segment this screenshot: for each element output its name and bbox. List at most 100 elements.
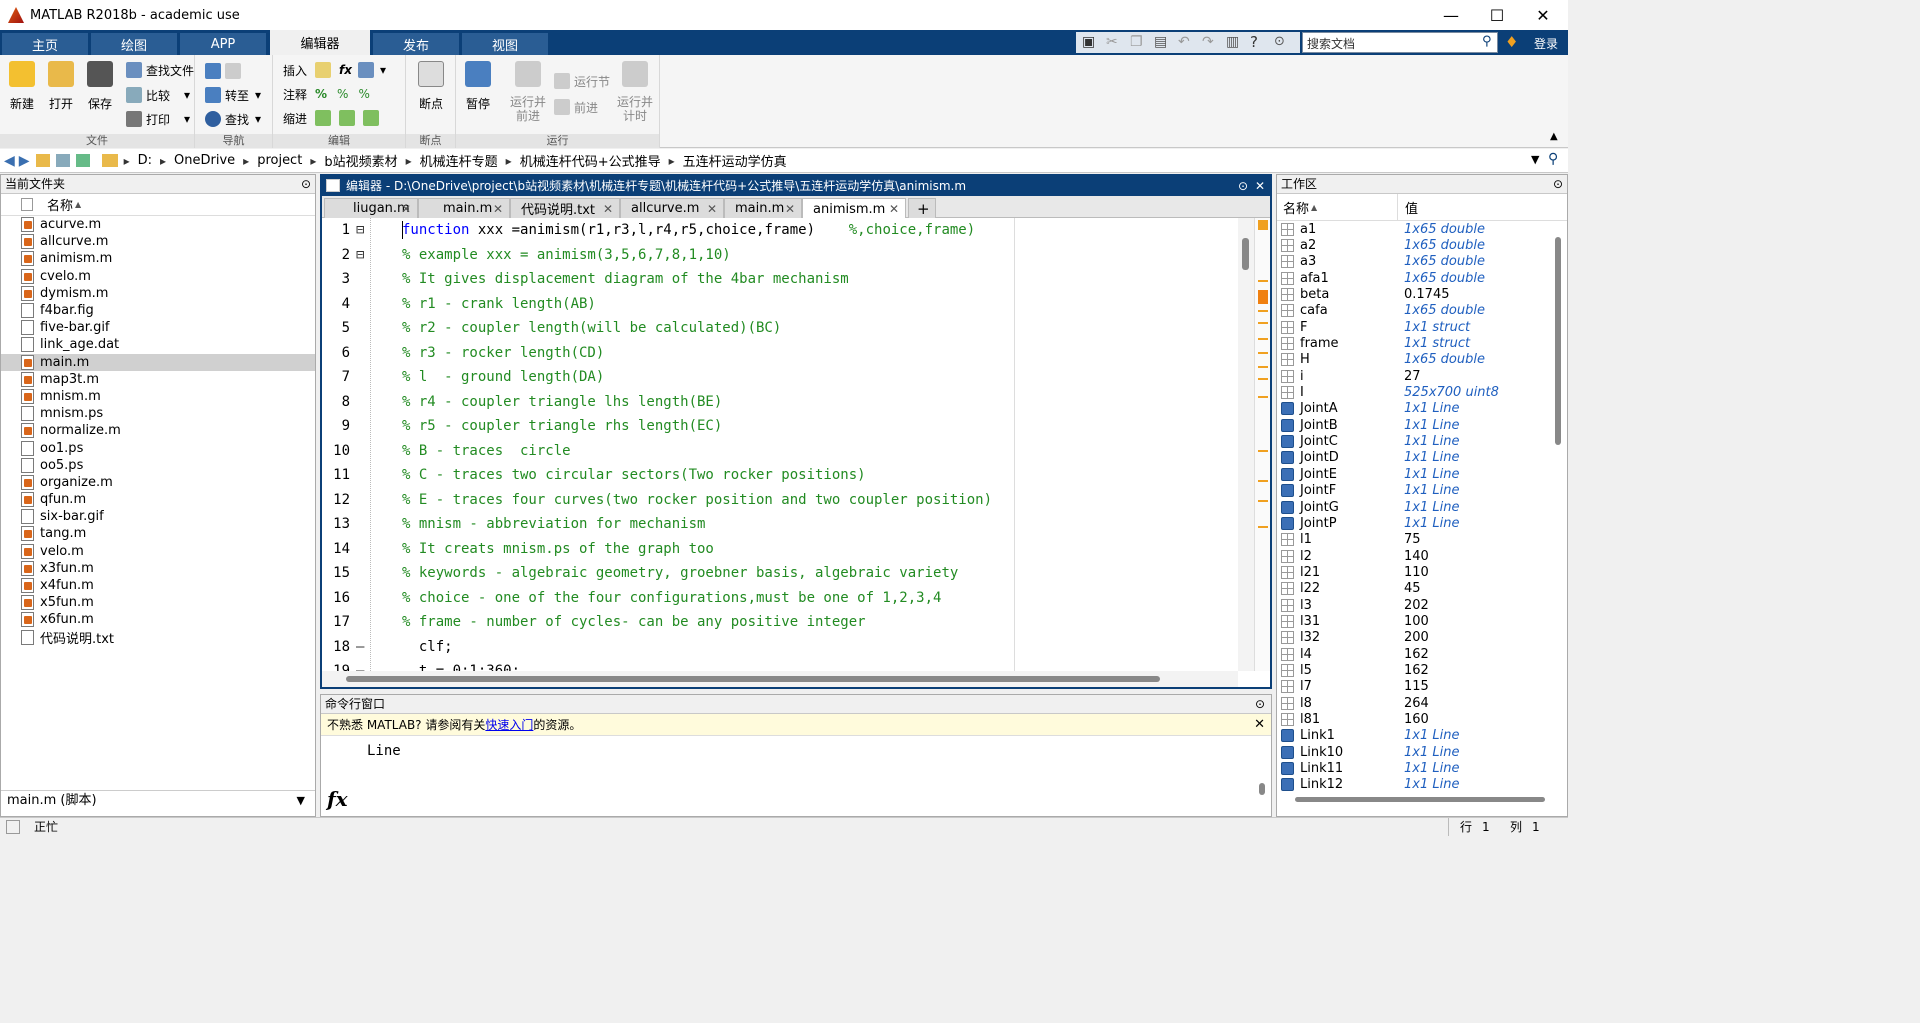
code-line[interactable]: 16 % choice - one of the four configurati…	[322, 586, 1238, 611]
address-dropdown-icon[interactable]: ▼	[1531, 153, 1539, 166]
workspace-variable-row[interactable]: i 27	[1277, 368, 1567, 384]
file-item[interactable]: f4bar.fig	[1, 302, 315, 319]
workspace-variable-row[interactable]: l5 162	[1277, 662, 1567, 678]
find-button[interactable]: 查找 ▾	[205, 109, 261, 129]
details-toggle-icon[interactable]: ▼	[297, 791, 305, 811]
file-item[interactable]: five-bar.gif	[1, 319, 315, 336]
wrap-comment-icon[interactable]: %	[358, 87, 369, 101]
workspace-variable-row[interactable]: l7 115	[1277, 679, 1567, 695]
undo-icon[interactable]: ↶	[1178, 34, 1190, 50]
workspace-variable-row[interactable]: l31 100	[1277, 613, 1567, 629]
workspace-variable-row[interactable]: I 525x700 uint8	[1277, 384, 1567, 400]
close-tab-icon[interactable]: ✕	[493, 202, 503, 216]
increase-indent-icon[interactable]	[339, 110, 356, 126]
tab-publish[interactable]: 发布	[373, 33, 459, 55]
file-item[interactable]: tang.m	[1, 525, 315, 542]
file-item[interactable]: oo1.ps	[1, 439, 315, 456]
comment-button[interactable]: 注释%%%	[283, 84, 370, 104]
workspace-variable-row[interactable]: a3 1x65 double	[1277, 254, 1567, 270]
workspace-variable-row[interactable]: a1 1x65 double	[1277, 221, 1567, 237]
maximize-button[interactable]: ☐	[1474, 0, 1520, 30]
code-line[interactable]: 18 — clf;	[322, 635, 1238, 660]
collapse-ribbon-icon[interactable]: ▲	[1550, 131, 1558, 142]
close-tab-icon[interactable]: ✕	[889, 202, 899, 216]
code-line[interactable]: 7 % l - ground length(DA)	[322, 365, 1238, 390]
file-item[interactable]: animism.m	[1, 250, 315, 267]
cut-icon[interactable]: ✂	[1106, 34, 1118, 50]
code-line[interactable]: 17 % frame - number of cycles- can be any…	[322, 610, 1238, 635]
file-item[interactable]: acurve.m	[1, 216, 315, 233]
search-icon[interactable]: ⚲	[1482, 34, 1492, 49]
workspace-variable-row[interactable]: Link11 1x1 Line	[1277, 760, 1567, 776]
file-item[interactable]: main.m	[1, 353, 315, 371]
comment-percent-icon[interactable]: %	[315, 87, 327, 101]
notification-bell-icon[interactable]: ♦	[1505, 33, 1518, 51]
tab-plots[interactable]: 绘图	[91, 33, 177, 55]
find-files-button[interactable]: 查找文件	[126, 60, 194, 80]
close-tab-icon[interactable]: ✕	[785, 202, 795, 216]
insert-button[interactable]: 插入 fx ▾	[283, 60, 386, 80]
file-item[interactable]: velo.m	[1, 543, 315, 560]
editor-menu-icon[interactable]: ⊙	[1238, 176, 1248, 196]
command-input[interactable]	[361, 787, 1241, 811]
workspace-variable-row[interactable]: JointB 1x1 Line	[1277, 417, 1567, 433]
decrease-indent-icon[interactable]	[363, 110, 380, 126]
save-button[interactable]: 保存	[82, 61, 118, 112]
folder-column-header[interactable]: 名称 ▲	[1, 194, 315, 216]
file-item[interactable]: x6fun.m	[1, 611, 315, 628]
advance-button[interactable]: 前进	[554, 97, 598, 117]
run-and-advance-button[interactable]: 运行并 前进	[506, 61, 550, 123]
crumb-onedrive[interactable]: OneDrive	[174, 153, 235, 168]
pause-button[interactable]: 暂停	[460, 61, 496, 112]
workspace-variable-row[interactable]: cafa 1x65 double	[1277, 303, 1567, 319]
code-line[interactable]: 10 % B - traces circle	[322, 439, 1238, 464]
crumb-five-bar[interactable]: 五连杆运动学仿真	[683, 151, 787, 170]
editor-tab-allcurve[interactable]: allcurve.m ✕	[620, 198, 724, 218]
editor-tab-readme[interactable]: 代码说明.txt ✕	[510, 198, 620, 218]
crumb-project[interactable]: project	[257, 153, 302, 168]
file-item[interactable]: x4fun.m	[1, 577, 315, 594]
workspace-variable-row[interactable]: l21 110	[1277, 564, 1567, 580]
redo-icon[interactable]: ↷	[1202, 34, 1214, 50]
editor-tab-main[interactable]: main.m ✕	[418, 198, 510, 218]
command-scroll-thumb[interactable]	[1259, 783, 1265, 795]
code-line[interactable]: 15 % keywords - algebraic geometry, groeb…	[322, 561, 1238, 586]
workspace-variable-row[interactable]: JointF 1x1 Line	[1277, 483, 1567, 499]
workspace-variable-row[interactable]: JointG 1x1 Line	[1277, 499, 1567, 515]
file-item[interactable]: mnism.m	[1, 388, 315, 405]
close-tab-icon[interactable]: ✕	[603, 202, 613, 216]
code-line[interactable]: 1 ⊟ function xxx =animism(r1,r3,l,r4,r5,ch…	[322, 218, 1238, 243]
code-line[interactable]: 6 % r3 - rocker length(CD)	[322, 341, 1238, 366]
file-item[interactable]: 代码说明.txt	[1, 629, 315, 647]
help-icon[interactable]: ?	[1250, 33, 1258, 51]
new-tab-button[interactable]: +	[908, 198, 936, 218]
goto-button[interactable]: 转至 ▾	[205, 85, 261, 105]
file-item[interactable]: qfun.m	[1, 491, 315, 508]
compare-button[interactable]: 比较 ▾	[126, 85, 190, 105]
editor-horizontal-scrollbar[interactable]	[322, 671, 1238, 687]
editor-tab-animism[interactable]: animism.m ✕	[802, 198, 906, 219]
file-item[interactable]: link_age.dat	[1, 336, 315, 353]
workspace-variable-row[interactable]: Link10 1x1 Line	[1277, 744, 1567, 760]
qat-dropdown-icon[interactable]: ⊙	[1274, 34, 1285, 49]
workspace-variable-row[interactable]: Link12 1x1 Line	[1277, 777, 1567, 793]
command-scrollbar[interactable]	[1257, 739, 1267, 799]
close-banner-icon[interactable]: ✕	[1254, 714, 1265, 736]
workspace-variable-row[interactable]: l81 160	[1277, 711, 1567, 727]
workspace-menu-icon[interactable]: ⊙	[1553, 175, 1563, 194]
close-window-button[interactable]: ✕	[1520, 0, 1566, 30]
editor-scroll-thumb[interactable]	[1242, 238, 1249, 270]
search-folder-icon[interactable]	[75, 154, 90, 167]
up-folder-icon[interactable]	[35, 154, 50, 167]
workspace-variable-row[interactable]: JointD 1x1 Line	[1277, 450, 1567, 466]
editor-hscroll-thumb[interactable]	[346, 676, 1160, 682]
open-button[interactable]: 打开	[43, 61, 79, 112]
workspace-variable-row[interactable]: frame 1x1 struct	[1277, 335, 1567, 351]
copy-icon[interactable]: ❐	[1130, 34, 1143, 50]
editor-tab-main-2[interactable]: main.m ✕	[724, 198, 802, 218]
editor-close-icon[interactable]: ✕	[1255, 176, 1265, 196]
smart-indent-icon[interactable]	[315, 110, 332, 126]
save-icon[interactable]: ▣	[1082, 34, 1095, 50]
code-analyzer-strip[interactable]	[1254, 218, 1270, 671]
fold-toggle-icon[interactable]: ⊟	[356, 218, 364, 243]
